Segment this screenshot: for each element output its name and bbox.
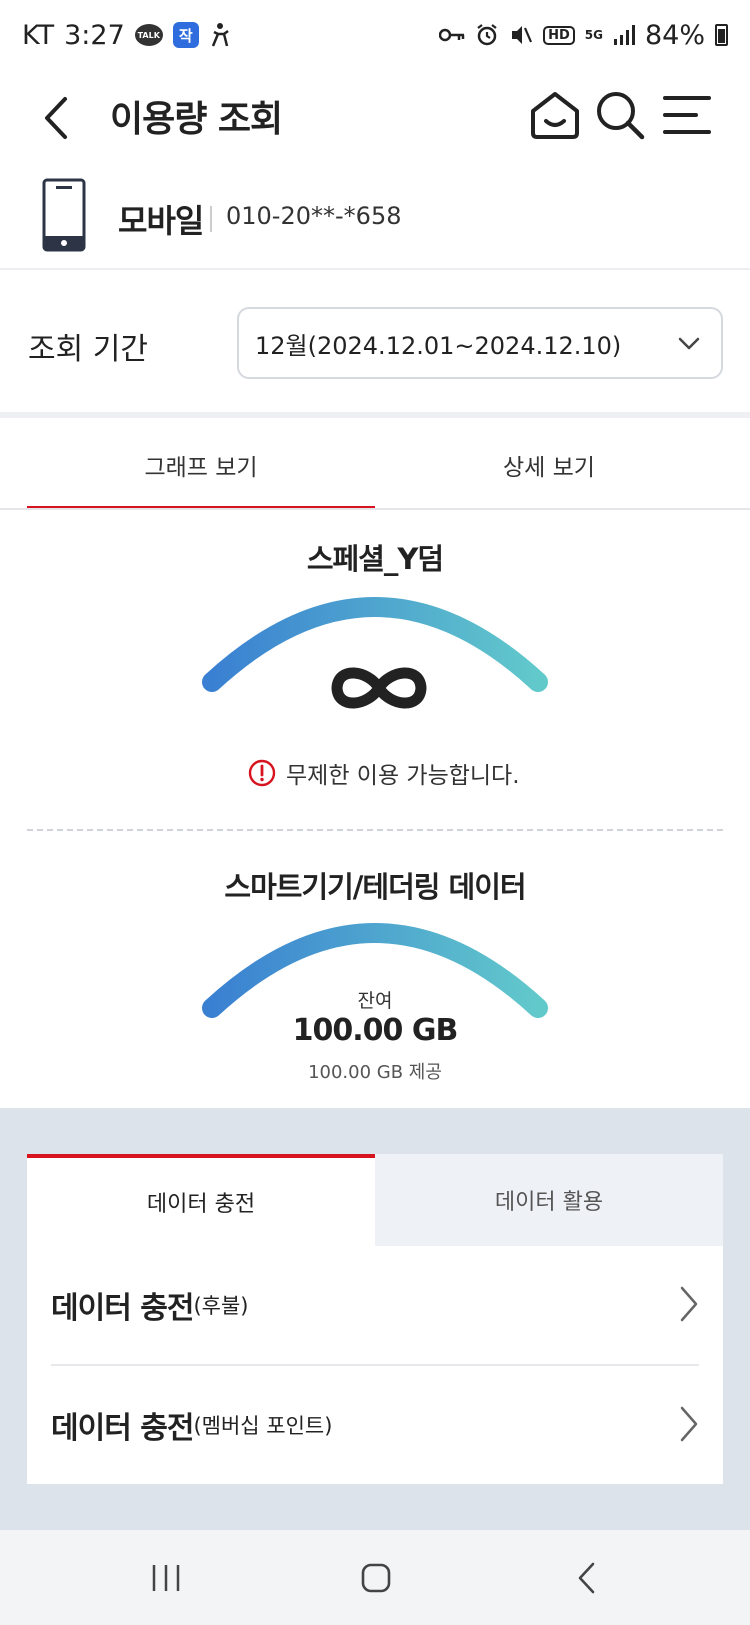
chevron-right-icon — [680, 1406, 698, 1442]
unlimited-notice-text: 무제한 이용 가능합니다. — [286, 763, 520, 789]
tab-detail[interactable]: 상세 보기 — [375, 420, 723, 510]
battery-percent: 84% — [644, 19, 705, 51]
remaining-label: 잔여 — [357, 990, 393, 1012]
divider — [210, 206, 212, 232]
period-dropdown[interactable]: 12월(2024.12.01~2024.12.10) — [237, 307, 723, 379]
back-nav-icon — [578, 1562, 595, 1594]
remaining-value: 100.00 GB — [292, 1013, 459, 1048]
home-button[interactable] — [525, 80, 585, 150]
back-button[interactable] — [30, 88, 80, 148]
period-selector-row: 조회 기간 12월(2024.12.01~2024.12.10) — [0, 272, 750, 418]
clock: 3:27 — [64, 19, 125, 51]
period-selected-value: 12월(2024.12.01~2024.12.10) — [255, 331, 622, 360]
tethering-usage-card: 스마트기기/테더링 데이터 — [0, 864, 750, 906]
chevron-down-icon — [678, 337, 700, 350]
device-info: 모바일 010-20**-*658 — [0, 170, 750, 270]
plan-name: 스페셜_Y덤 — [306, 542, 444, 576]
network-type-icon: 5G — [584, 28, 603, 42]
tab-data-use[interactable]: 데이터 활용 — [375, 1154, 723, 1246]
alarm-icon — [475, 23, 499, 47]
home-nav-button[interactable] — [341, 1552, 411, 1604]
period-label: 조회 기간 — [28, 332, 148, 367]
data-actions-card: 데이터 충전 데이터 활용 데이터 충전 (후불) 데이터 충전 (멤버십 포인… — [27, 1154, 723, 1484]
vibrate-icon — [509, 24, 533, 46]
menu-button[interactable] — [657, 80, 717, 150]
charge-item-title: 데이터 충전 — [51, 1411, 194, 1446]
accessibility-icon — [209, 22, 231, 48]
hd-voice-icon: HD — [543, 25, 575, 45]
status-bar: KT 3:27 TALK 작 HD 5G 84% — [0, 0, 750, 70]
menu-icon — [663, 96, 711, 134]
battery-icon — [715, 24, 728, 46]
alert-icon — [248, 759, 276, 787]
recent-apps-icon — [152, 1565, 180, 1591]
mobile-phone-icon — [42, 178, 86, 256]
charge-membership-item[interactable]: 데이터 충전 (멤버십 포인트) — [51, 1366, 699, 1484]
phone-number: 010-20**-*658 — [226, 202, 402, 230]
recent-apps-button[interactable] — [131, 1552, 201, 1604]
page-title: 이용량 조회 — [110, 99, 283, 140]
tab-graph[interactable]: 그래프 보기 — [27, 420, 375, 510]
infinity-icon — [331, 667, 427, 709]
chevron-right-icon — [680, 1286, 698, 1322]
home-icon — [531, 92, 579, 139]
charge-postpaid-item[interactable]: 데이터 충전 (후불) — [51, 1246, 699, 1364]
app-header: 이용량 조회 — [0, 70, 750, 170]
section-divider — [27, 829, 723, 831]
plan-usage-card: 스페셜_Y덤 — [0, 536, 750, 578]
kakaotalk-icon: TALK — [134, 24, 163, 46]
unlimited-notice: 무제한 이용 가능합니다. — [248, 756, 520, 790]
chevron-left-icon — [45, 97, 67, 139]
key-icon — [439, 27, 465, 43]
provided-amount: 100.00 GB 제공 — [308, 1062, 442, 1083]
view-tabs: 그래프 보기 상세 보기 — [27, 420, 723, 510]
data-action-tabs: 데이터 충전 데이터 활용 — [27, 1154, 723, 1246]
home-nav-icon — [361, 1563, 391, 1593]
tethering-title: 스마트기기/테더링 데이터 — [224, 870, 526, 904]
system-nav-bar — [0, 1530, 750, 1625]
charge-item-sub: (멤버십 포인트) — [193, 1414, 333, 1438]
back-nav-button[interactable] — [551, 1552, 621, 1604]
search-icon — [597, 92, 645, 140]
charge-item-title: 데이터 충전 — [51, 1291, 194, 1326]
carrier-label: KT — [22, 19, 55, 51]
signal-icon — [613, 24, 635, 46]
device-type: 모바일 — [118, 202, 204, 240]
tab-data-charge[interactable]: 데이터 충전 — [27, 1154, 375, 1246]
app-notification-icon: 작 — [172, 22, 199, 48]
charge-item-sub: (후불) — [193, 1294, 249, 1318]
tabs-divider — [0, 508, 750, 510]
search-button[interactable] — [590, 80, 650, 150]
